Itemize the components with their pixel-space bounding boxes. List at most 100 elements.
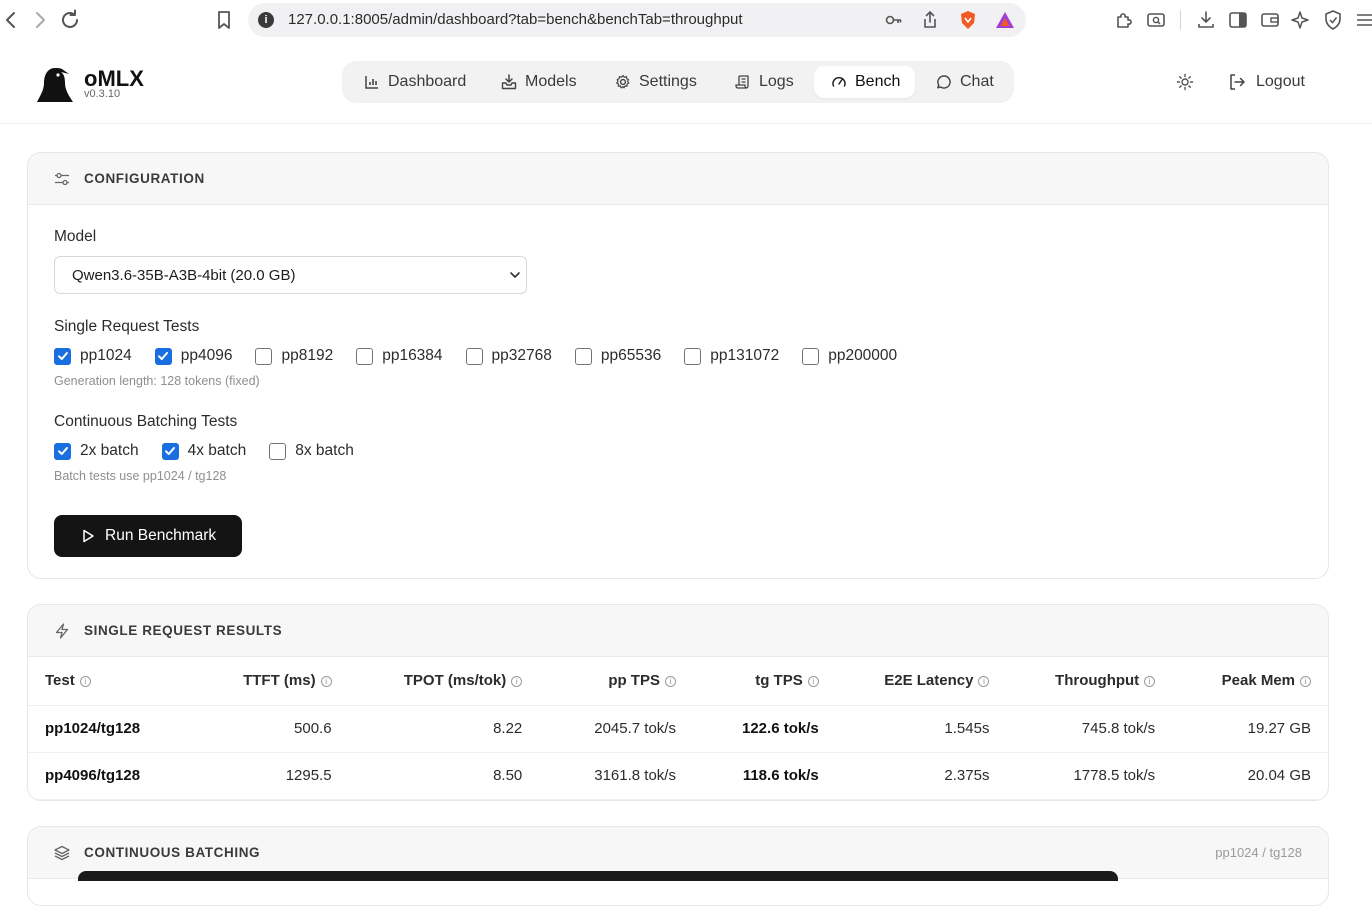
wallet-icon[interactable] bbox=[1259, 9, 1281, 31]
info-icon[interactable]: i bbox=[978, 676, 990, 688]
checkbox-2x-batch[interactable]: 2x batch bbox=[54, 442, 139, 460]
brave-rewards-icon[interactable] bbox=[995, 10, 1015, 30]
checkbox-pp8192[interactable]: pp8192 bbox=[255, 347, 333, 365]
single-tests-label: Single Request Tests bbox=[54, 318, 200, 335]
nav-settings[interactable]: Settings bbox=[614, 66, 697, 98]
theme-toggle-sun-icon[interactable] bbox=[1175, 72, 1195, 92]
share-icon[interactable] bbox=[920, 10, 940, 30]
model-select[interactable]: Qwen3.6-35B-A3B-4bit (20.0 GB) bbox=[54, 256, 527, 294]
cell-tpot: 8.50 bbox=[331, 752, 523, 800]
forward-icon[interactable] bbox=[27, 8, 51, 32]
checkmark-icon[interactable] bbox=[54, 442, 71, 460]
nav-models[interactable]: Models bbox=[500, 66, 577, 98]
cell-pp-tps: 3161.8 tok/s bbox=[522, 752, 676, 800]
search-panel-icon[interactable] bbox=[1145, 9, 1167, 31]
checkbox-box[interactable] bbox=[356, 347, 374, 365]
cell-peak-mem: 20.04 GB bbox=[1155, 752, 1328, 800]
col-header-tg-tps: tg TPS i bbox=[675, 657, 819, 706]
single-tests-hint: Generation length: 128 tokens (fixed) bbox=[54, 374, 260, 388]
checkbox-pp32768[interactable]: pp32768 bbox=[465, 347, 552, 365]
key-icon[interactable] bbox=[884, 10, 904, 30]
results-table: Test i TTFT (ms) i TPOT (ms/tok) i pp TPS i … bbox=[28, 657, 1328, 800]
table-header-row: Test i TTFT (ms) i TPOT (ms/tok) i pp TPS i … bbox=[28, 657, 1328, 706]
checkbox-8x-batch[interactable]: 8x batch bbox=[269, 442, 354, 460]
menu-icon[interactable] bbox=[1354, 9, 1372, 31]
extensions-icon[interactable] bbox=[1113, 9, 1135, 31]
batch-tests-group: 2x batch 4x batch 8x batch bbox=[54, 440, 377, 462]
checkmark-icon[interactable] bbox=[161, 442, 179, 460]
site-info-icon[interactable]: i bbox=[258, 12, 274, 28]
continuous-batching-card: CONTINUOUS BATCHING pp1024 / tg128 bbox=[27, 826, 1329, 906]
cell-e2e-latency: 2.375s bbox=[818, 752, 990, 800]
vpn-shield-icon[interactable] bbox=[1322, 9, 1344, 31]
col-header-test: Test i bbox=[28, 657, 191, 706]
toolbar-divider bbox=[1180, 10, 1181, 30]
model-label: Model bbox=[54, 228, 97, 245]
checkbox-box[interactable] bbox=[574, 347, 592, 365]
run-benchmark-button[interactable]: Run Benchmark bbox=[54, 515, 242, 557]
checkbox-box[interactable] bbox=[684, 347, 702, 365]
table-row: pp1024/tg128 500.6 8.22 2045.7 tok/s 122… bbox=[28, 705, 1328, 753]
checkbox-pp131072[interactable]: pp131072 bbox=[684, 347, 779, 365]
cell-tpot: 8.22 bbox=[331, 705, 523, 753]
bookmark-icon[interactable] bbox=[212, 8, 236, 32]
gear-icon bbox=[614, 73, 632, 91]
bar-chart-icon bbox=[363, 73, 381, 91]
info-icon[interactable]: i bbox=[79, 676, 91, 688]
info-icon[interactable]: i bbox=[807, 676, 819, 688]
run-benchmark-label: Run Benchmark bbox=[105, 527, 217, 544]
gauge-icon bbox=[830, 73, 848, 91]
chevron-down-icon bbox=[508, 268, 522, 282]
address-bar[interactable]: i 127.0.0.1:8005/admin/dashboard?tab=ben… bbox=[248, 3, 1026, 37]
info-icon[interactable]: i bbox=[664, 676, 676, 688]
batch-tests-hint: Batch tests use pp1024 / tg128 bbox=[54, 469, 227, 483]
checkbox-box[interactable] bbox=[802, 347, 820, 365]
nav-chat[interactable]: Chat bbox=[935, 66, 994, 98]
batch-tests-label: Continuous Batching Tests bbox=[54, 413, 238, 430]
checkbox-pp65536[interactable]: pp65536 bbox=[574, 347, 661, 365]
col-header-throughput: Throughput i bbox=[989, 657, 1156, 706]
configuration-card: CONFIGURATION Model Qwen3.6-35B-A3B-4bit… bbox=[27, 152, 1329, 579]
nav-bench-label: Bench bbox=[855, 73, 901, 90]
brave-shield-icon[interactable] bbox=[958, 10, 978, 30]
info-icon[interactable]: i bbox=[1300, 676, 1311, 688]
sidebar-toggle-icon[interactable] bbox=[1227, 9, 1249, 31]
single-tests-group: pp1024 pp4096 pp8192 pp16384 pp32768 pp6… bbox=[54, 345, 920, 367]
download-tray-icon bbox=[500, 73, 518, 91]
checkbox-pp1024[interactable]: pp1024 bbox=[54, 347, 132, 365]
reload-icon[interactable] bbox=[58, 8, 82, 32]
logout-label: Logout bbox=[1256, 73, 1305, 90]
checkbox-box[interactable] bbox=[255, 347, 273, 365]
lightning-icon bbox=[54, 622, 70, 639]
checkbox-pp16384[interactable]: pp16384 bbox=[356, 347, 443, 365]
checkmark-icon[interactable] bbox=[54, 347, 71, 365]
checkbox-4x-batch[interactable]: 4x batch bbox=[161, 442, 246, 460]
logout-button[interactable]: Logout bbox=[1228, 72, 1305, 92]
nav-dashboard[interactable]: Dashboard bbox=[363, 66, 466, 98]
back-icon[interactable] bbox=[0, 8, 24, 32]
nav-bench[interactable]: Bench bbox=[814, 66, 915, 98]
nav-dashboard-label: Dashboard bbox=[388, 73, 467, 90]
checkbox-pp200000[interactable]: pp200000 bbox=[802, 347, 897, 365]
nav-logs[interactable]: Logs bbox=[734, 66, 794, 98]
checkmark-icon[interactable] bbox=[154, 347, 172, 365]
downloads-icon[interactable] bbox=[1195, 9, 1217, 31]
scroll-icon bbox=[734, 73, 752, 91]
checkbox-pp4096[interactable]: pp4096 bbox=[154, 347, 232, 365]
checkbox-box[interactable] bbox=[269, 442, 287, 460]
info-icon[interactable]: i bbox=[1144, 676, 1156, 688]
logout-icon bbox=[1228, 73, 1246, 91]
cell-pp-tps: 2045.7 tok/s bbox=[522, 705, 676, 753]
cell-test: pp4096/tg128 bbox=[28, 752, 191, 800]
info-icon[interactable]: i bbox=[511, 676, 523, 688]
layers-icon bbox=[54, 845, 70, 861]
info-icon[interactable]: i bbox=[320, 676, 332, 688]
col-header-peak-mem: Peak Mem i bbox=[1155, 657, 1328, 706]
leo-ai-icon[interactable] bbox=[1290, 9, 1312, 31]
cell-test: pp1024/tg128 bbox=[28, 705, 191, 753]
table-row: pp4096/tg128 1295.5 8.50 3161.8 tok/s 11… bbox=[28, 752, 1328, 800]
checkbox-box[interactable] bbox=[465, 347, 483, 365]
configuration-title: CONFIGURATION bbox=[84, 171, 205, 186]
url-text[interactable]: 127.0.0.1:8005/admin/dashboard?tab=bench… bbox=[288, 11, 743, 28]
cell-throughput: 1778.5 tok/s bbox=[989, 752, 1156, 800]
